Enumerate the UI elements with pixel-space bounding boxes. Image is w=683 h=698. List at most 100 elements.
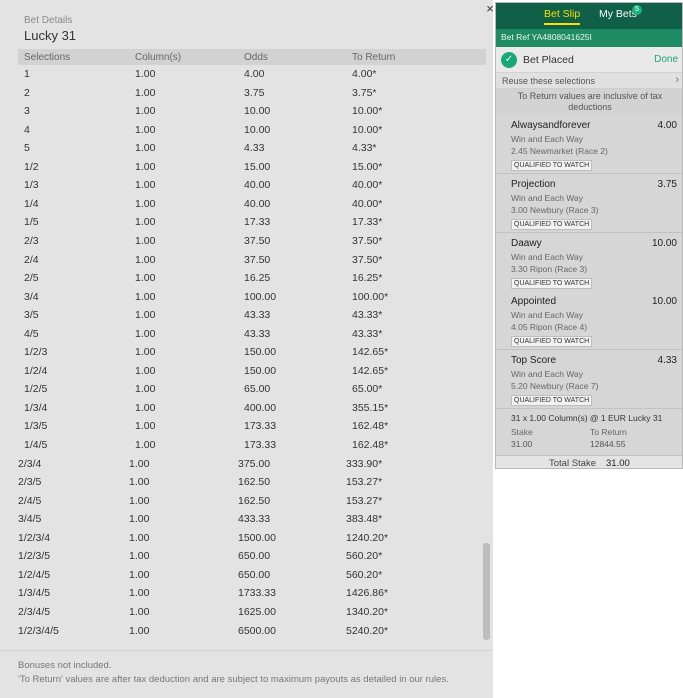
tab-bet-slip[interactable]: Bet Slip <box>544 8 581 25</box>
cell-selection: 1/3/4/5 <box>18 587 51 600</box>
cell-columns: 1.00 <box>135 105 156 118</box>
table-row: 1/2/4 1.00 150.00 142.65* <box>0 363 493 381</box>
cell-odds: 17.33 <box>244 216 271 229</box>
cell-odds: 162.50 <box>238 494 271 507</box>
cell-columns: 1.00 <box>135 290 156 303</box>
cell-to-return: 5240.20* <box>346 624 389 637</box>
selection-race: 2.45 Newmarket (Race 2) <box>511 146 608 156</box>
table-row: 1/3/4/5 1.00 1733.33 1426.86* <box>0 585 493 603</box>
table-row: 1/2/4/5 1.00 650.00 560.20* <box>0 567 493 585</box>
cell-odds: 37.50 <box>244 234 271 247</box>
cell-columns: 1.00 <box>135 68 156 80</box>
cell-odds: 173.33 <box>244 420 277 433</box>
cell-columns: 1.00 <box>135 142 156 155</box>
selection-item: Appointed 10.00 Win and Each Way 4.05 Ripon… <box>496 291 682 351</box>
selection-name: Top Score <box>511 355 557 367</box>
selection-item: Projection 3.75 Win and Each Way 3.00 Newbu… <box>496 173 682 233</box>
cell-odds: 3.75 <box>244 86 265 99</box>
cell-to-return: 333.90* <box>346 457 383 470</box>
column-header-selections: Selections <box>24 52 71 63</box>
cell-to-return: 65.00* <box>352 383 383 396</box>
cell-selection: 1/3/5 <box>24 420 48 433</box>
qualified-to-watch-badge: QUALIFIED TO WATCH <box>511 336 593 348</box>
cell-odds: 1733.33 <box>238 587 276 600</box>
my-bets-count-badge: 5 <box>632 5 642 15</box>
stake-label: Stake <box>511 427 533 437</box>
cell-odds: 4.33 <box>244 142 265 155</box>
table-row: 2/5 1.00 16.25 16.25* <box>0 270 493 288</box>
reuse-selections-link[interactable]: Reuse these selections › <box>496 73 682 89</box>
cell-selection: 2/4 <box>24 253 39 266</box>
selection-item: Alwaysandforever 4.00 Win and Each Way 2.45… <box>496 115 682 174</box>
qualified-to-watch-badge: QUALIFIED TO WATCH <box>511 160 593 171</box>
cell-to-return: 40.00* <box>352 197 383 210</box>
cell-selection: 3/4 <box>24 290 39 303</box>
bet-details-panel: Bet Details Lucky 31 Selections Column(s… <box>0 0 493 698</box>
to-return-value: 12844.55 <box>590 439 626 449</box>
cell-to-return: 3.75* <box>352 86 377 99</box>
cell-odds: 100.00 <box>244 290 277 303</box>
selection-race: 4.05 Ripon (Race 4) <box>511 322 588 333</box>
selection-odds: 10.00 <box>651 296 677 308</box>
cell-odds: 10.00 <box>244 123 271 136</box>
table-row: 2/3/4/5 1.00 1625.00 1340.20* <box>0 604 493 622</box>
cell-selection: 1/2/3/4/5 <box>18 624 59 637</box>
check-circle-icon: ✓ <box>501 52 517 68</box>
bet-summary: 31 x 1.00 Column(s) @ 1 EUR Lucky 31 Sta… <box>496 409 682 455</box>
cell-columns: 1.00 <box>135 179 156 192</box>
qualified-to-watch-badge: QUALIFIED TO WATCH <box>511 395 593 407</box>
details-scrollbar[interactable] <box>483 543 490 640</box>
cell-columns: 1.00 <box>135 197 156 210</box>
cell-odds: 1625.00 <box>238 605 276 618</box>
cell-to-return: 43.33* <box>352 309 383 322</box>
cell-selection: 2/3/4 <box>18 457 42 470</box>
cell-to-return: 560.20* <box>346 568 383 581</box>
selection-race: 5.20 Newbury (Race 7) <box>511 381 599 392</box>
bet-slip-panel: Bet Slip My Bets 5 Bet Ref YA4808041625I… <box>495 2 683 469</box>
selection-odds: 4.00 <box>657 120 677 131</box>
table-row: 1/3/5 1.00 173.33 162.48* <box>0 418 493 436</box>
cell-columns: 1.00 <box>135 401 156 414</box>
cell-columns: 1.00 <box>135 234 156 247</box>
tax-note: 'To Return' values are after tax deducti… <box>18 674 449 685</box>
cell-columns: 1.00 <box>135 86 156 99</box>
cell-selection: 1/4/5 <box>24 439 48 451</box>
total-stake-label: Total Stake <box>549 458 596 469</box>
table-row: 4 1.00 10.00 10.00* <box>0 122 493 140</box>
cell-columns: 1.00 <box>129 531 150 544</box>
selection-market: Win and Each Way <box>511 251 583 262</box>
table-row: 4/5 1.00 43.33 43.33* <box>0 326 493 344</box>
reuse-selections-label: Reuse these selections <box>502 76 596 86</box>
cell-odds: 43.33 <box>244 327 271 340</box>
cell-selection: 2/5 <box>24 272 39 285</box>
cell-to-return: 37.50* <box>352 253 383 266</box>
selection-market: Win and Each Way <box>511 310 583 321</box>
cell-to-return: 142.65* <box>352 364 389 377</box>
column-header-to-return: To Return <box>352 52 396 63</box>
cell-odds: 433.33 <box>238 513 271 526</box>
cell-columns: 1.00 <box>129 587 150 600</box>
cell-to-return: 4.33* <box>352 142 377 155</box>
table-row: 5 1.00 4.33 4.33* <box>0 140 493 158</box>
cell-selection: 2/3/5 <box>18 476 42 489</box>
table-row: 3/5 1.00 43.33 43.33* <box>0 307 493 325</box>
cell-odds: 16.25 <box>244 272 271 285</box>
table-row: 1/4/5 1.00 173.33 162.48* <box>0 437 493 455</box>
bonuses-note: Bonuses not included. <box>18 660 112 671</box>
cell-selection: 2/3 <box>24 234 39 247</box>
cell-odds: 10.00 <box>244 105 271 118</box>
table-row: 1/2/5 1.00 65.00 65.00* <box>0 381 493 399</box>
cell-selection: 1/3/4 <box>24 401 48 414</box>
cell-selection: 1/2/4 <box>24 364 48 377</box>
cell-to-return: 1426.86* <box>346 587 389 600</box>
selection-odds: 10.00 <box>651 237 677 249</box>
cell-odds: 40.00 <box>244 197 271 210</box>
table-row: 2/3/5 1.00 162.50 153.27* <box>0 474 493 492</box>
cell-odds: 40.00 <box>244 179 271 192</box>
cell-selection: 4/5 <box>24 327 39 340</box>
done-button[interactable]: Done <box>654 54 678 65</box>
cell-odds: 650.00 <box>238 550 271 563</box>
bet-summary-line: 31 x 1.00 Column(s) @ 1 EUR Lucky 31 <box>511 413 663 423</box>
table-row: 1/2 1.00 15.00 15.00* <box>0 159 493 177</box>
cell-columns: 1.00 <box>129 624 150 637</box>
